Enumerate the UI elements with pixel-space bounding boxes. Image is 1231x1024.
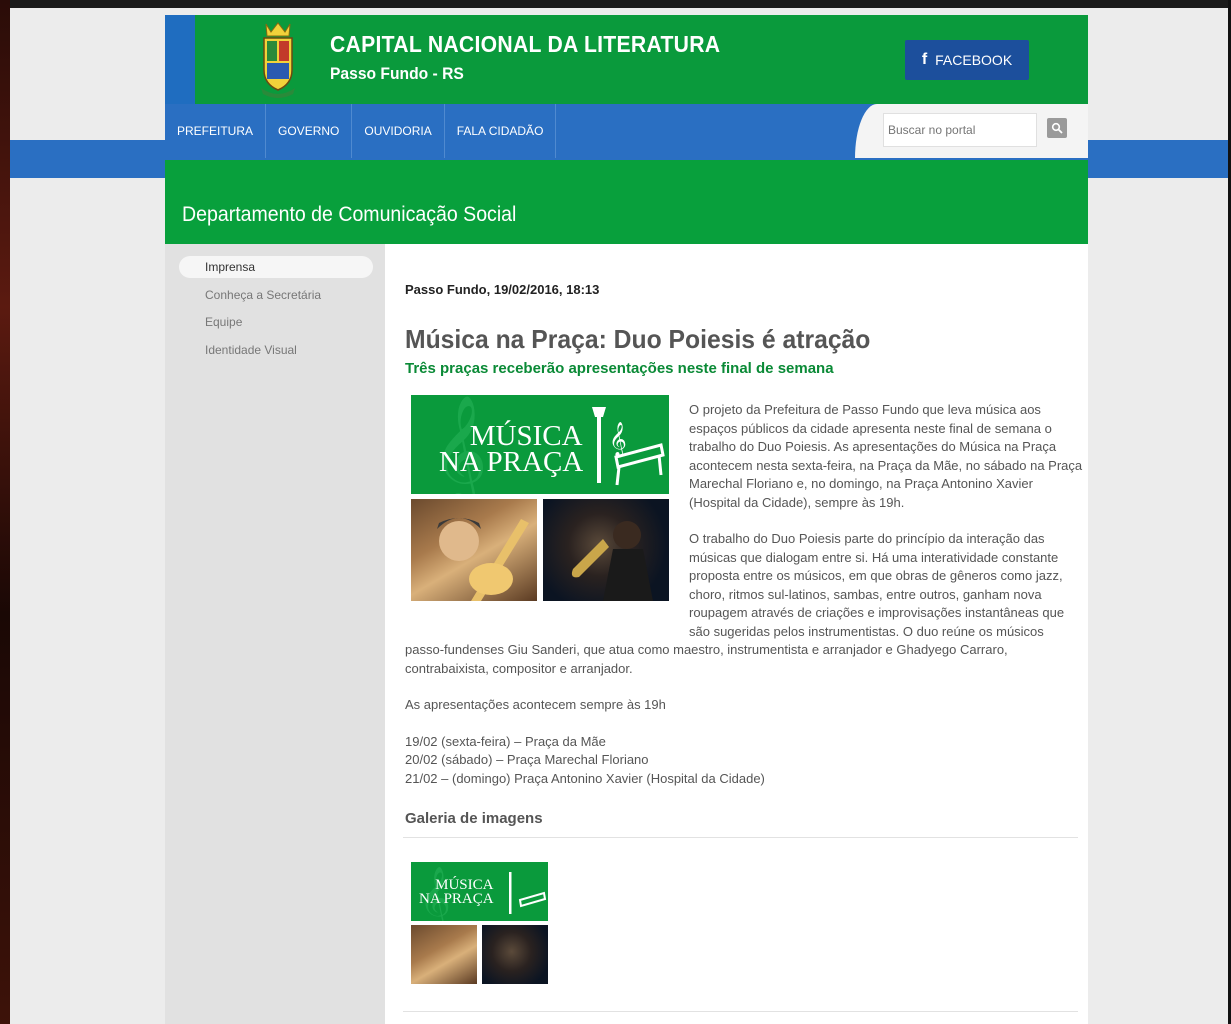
gallery-divider xyxy=(403,837,1078,838)
article-subhead: Três praças receberão apresentações nest… xyxy=(405,360,834,377)
nav-item-prefeitura[interactable]: PREFEITURA xyxy=(165,104,267,158)
nav-item-ouvidoria[interactable]: OUVIDORIA xyxy=(352,104,445,158)
background-left-edge xyxy=(0,0,10,1024)
screen-top-edge xyxy=(0,0,1231,8)
sidebar: Imprensa Conheça a Secretária Equipe Ide… xyxy=(165,244,385,1024)
sidebar-item-conheca-secretaria[interactable]: Conheça a Secretária xyxy=(179,284,373,306)
nav-item-fala-cidadao[interactable]: FALA CIDADÃO xyxy=(445,104,557,158)
search-button[interactable] xyxy=(1047,118,1067,138)
schedule-list: 19/02 (sexta-feira) – Praça da Mãe 20/02… xyxy=(405,733,1083,789)
gallery-thumbnail-photo-guitarist xyxy=(411,925,477,984)
main-navigation: PREFEITURA GOVERNO OUVIDORIA FALA CIDADÃ… xyxy=(165,104,1088,158)
gallery-title: Galeria de imagens xyxy=(405,810,543,827)
content-area: Imprensa Conheça a Secretária Equipe Ide… xyxy=(165,244,1088,1024)
schedule-item: 21/02 – (domingo) Praça Antonino Xavier … xyxy=(405,770,765,786)
sidebar-item-equipe[interactable]: Equipe xyxy=(179,311,373,333)
city-crest-icon[interactable] xyxy=(257,20,299,100)
sidebar-item-identidade-visual[interactable]: Identidade Visual xyxy=(179,339,373,361)
article-body: O projeto da Prefeitura de Passo Fundo q… xyxy=(405,401,1083,788)
gallery-thumbnail[interactable]: 𝄞 MÚSICA NA PRAÇA xyxy=(411,862,548,984)
sidebar-item-imprensa[interactable]: Imprensa xyxy=(179,256,373,278)
thumbnail-line-2: NA PRAÇA xyxy=(419,891,494,907)
facebook-button[interactable]: f FACEBOOK xyxy=(905,40,1029,80)
department-title: Departamento de Comunicação Social xyxy=(182,203,517,226)
thumbnail-line-1: MÚSICA xyxy=(435,877,494,893)
header-blue-stripe xyxy=(165,15,195,104)
footer-divider xyxy=(403,1011,1078,1012)
article-main: Passo Fundo, 19/02/2016, 18:13 Música na… xyxy=(385,244,1088,1024)
search-input[interactable] xyxy=(883,113,1037,147)
search-icon xyxy=(1051,122,1063,134)
page-wrapper: CAPITAL NACIONAL DA LITERATURA Passo Fun… xyxy=(165,15,1088,1024)
schedule-item: 20/02 (sábado) – Praça Marechal Floriano xyxy=(405,752,649,767)
gallery-thumbnail-banner: 𝄞 MÚSICA NA PRAÇA xyxy=(411,862,548,921)
site-title[interactable]: CAPITAL NACIONAL DA LITERATURA xyxy=(330,31,720,58)
department-banner: Departamento de Comunicação Social xyxy=(165,160,1088,244)
facebook-icon: f xyxy=(921,51,928,68)
article-headline: Música na Praça: Duo Poiesis é atração xyxy=(405,324,871,354)
nav-item-governo[interactable]: GOVERNO xyxy=(266,104,353,158)
facebook-label: FACEBOOK xyxy=(935,52,1013,68)
article-dateline: Passo Fundo, 19/02/2016, 18:13 xyxy=(405,282,600,297)
article-paragraph-3: As apresentações acontecem sempre às 19h xyxy=(405,697,666,712)
site-subtitle: Passo Fundo - RS xyxy=(330,64,464,83)
site-header: CAPITAL NACIONAL DA LITERATURA Passo Fun… xyxy=(165,15,1088,104)
gallery-thumbnail-photo-saxophonist xyxy=(482,925,548,984)
schedule-item: 19/02 (sexta-feira) – Praça da Mãe xyxy=(405,733,606,749)
nav-menu: PREFEITURA GOVERNO OUVIDORIA FALA CIDADÃ… xyxy=(165,104,557,158)
